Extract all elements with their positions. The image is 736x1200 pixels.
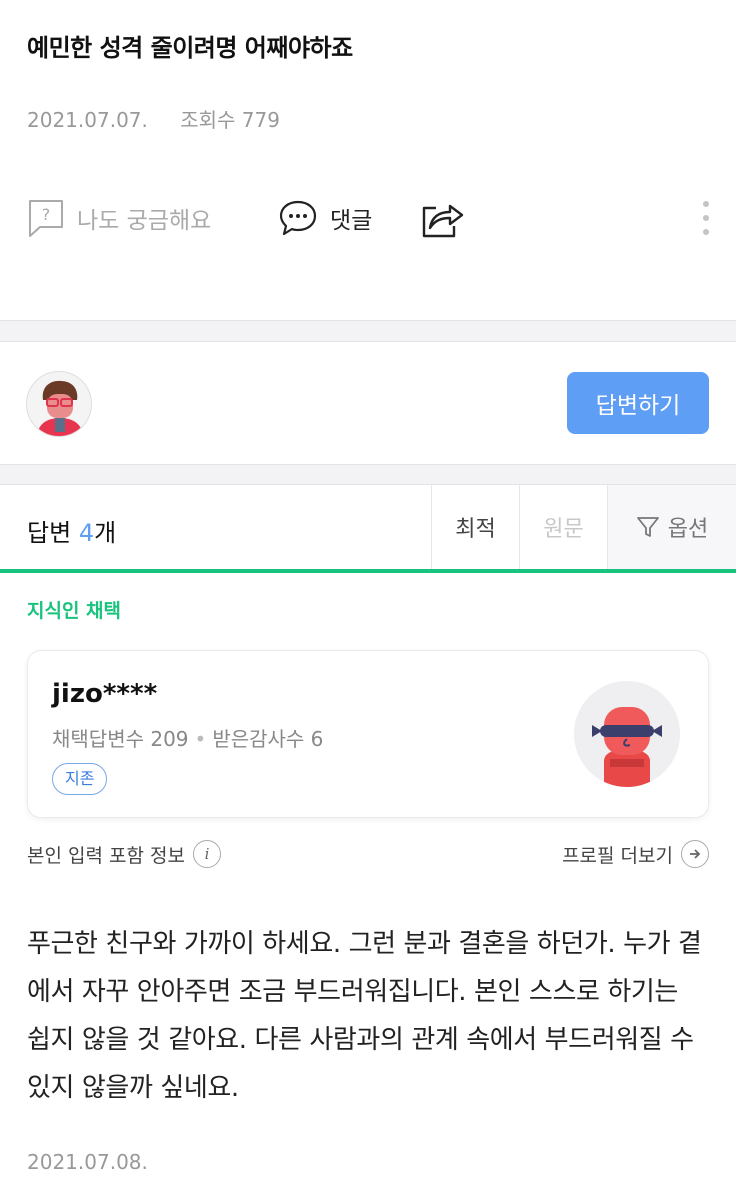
adopted-answer-count: 채택답변수 209: [52, 727, 189, 751]
question-meta: 2021.07.07. 조회수 779: [27, 104, 280, 133]
section-divider: [0, 320, 736, 342]
thanks-count: 받은감사수 6: [212, 727, 324, 751]
answers-header: 답변 4개 최적 원문 옵션: [0, 485, 736, 573]
answer-body: 푸근한 친구와 가까이 하세요. 그런 분과 결혼을 하던가. 누가 곁에서 자…: [27, 929, 702, 1103]
answerer-name: jizo****: [52, 679, 158, 709]
separator-dot: •: [194, 727, 207, 751]
section-divider: [0, 464, 736, 485]
answerer-profile-card[interactable]: jizo**** 채택답변수 209 • 받은감사수 6 지존: [27, 650, 709, 818]
profile-info-row: 본인 입력 포함 정보 i 프로필 더보기: [27, 840, 709, 870]
filter-options-button[interactable]: 옵션: [607, 485, 736, 569]
share-button[interactable]: [418, 195, 464, 241]
more-vertical-icon: [703, 201, 709, 235]
self-entered-info-link[interactable]: 본인 입력 포함 정보 i: [27, 840, 221, 868]
answer-count: 답변 4개: [27, 513, 116, 548]
answer-date: 2021.07.08.: [27, 1150, 148, 1174]
answerer-avatar: [574, 681, 680, 787]
curious-label: 나도 궁금해요: [77, 208, 212, 234]
info-icon: i: [192, 840, 221, 868]
profile-more-link[interactable]: 프로필 더보기: [562, 840, 709, 868]
avatar: [26, 371, 92, 437]
question-title: 예민한 성격 줄이려명 어째야하죠: [27, 34, 353, 62]
speech-bubble-icon: [279, 200, 317, 236]
profile-more-label: 프로필 더보기: [562, 844, 673, 867]
comment-label: 댓글: [330, 208, 373, 234]
self-entered-info-label: 본인 입력 포함 정보: [27, 844, 185, 867]
svg-text:?: ?: [42, 205, 51, 224]
curious-button[interactable]: ? 나도 궁금해요: [27, 195, 211, 241]
rank-badge: 지존: [52, 763, 108, 795]
filter-options-label: 옵션: [667, 517, 709, 542]
answerer-stats: 채택답변수 209 • 받은감사수 6: [52, 723, 323, 752]
share-icon: [422, 204, 464, 238]
sort-best-tab[interactable]: 최적: [431, 485, 519, 569]
write-answer-button[interactable]: 답변하기: [567, 372, 709, 434]
sort-original-tab[interactable]: 원문: [519, 485, 607, 569]
answer-count-unit: 개: [94, 519, 117, 547]
comment-button[interactable]: 댓글: [278, 195, 372, 241]
answer-count-number: 4: [78, 519, 95, 547]
answer-count-label: 답변: [27, 519, 72, 547]
adopted-answer-label: 지식인 채택: [27, 600, 122, 622]
question-date: 2021.07.07.: [27, 108, 148, 132]
more-options-button[interactable]: [696, 195, 716, 241]
question-action-bar: ? 나도 궁금해요 댓글: [0, 195, 736, 245]
arrow-right-icon: [681, 840, 709, 868]
view-count: 조회수 779: [180, 108, 280, 132]
question-bubble-icon: ?: [29, 200, 63, 237]
answer-prompt: 답변하기: [0, 342, 736, 464]
filter-icon: [636, 517, 659, 537]
